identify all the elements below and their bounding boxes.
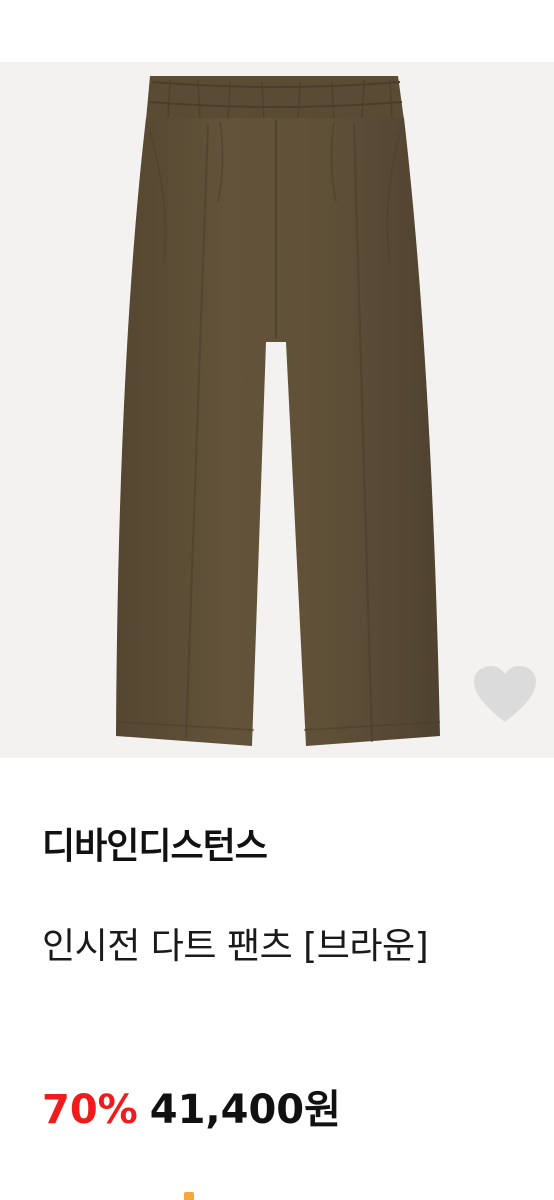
product-title[interactable]: 인시전 다트 팬츠 [브라운] [42,911,522,983]
discount-rate: 70% [42,1087,138,1133]
top-spacer [0,0,554,62]
waistband [146,76,404,120]
heart-icon [474,666,536,722]
price-row: 70% 41,400원 [42,1082,522,1138]
sale-price: 41,400원 [149,1087,341,1133]
wishlist-button[interactable] [470,664,540,726]
product-image[interactable] [0,62,554,758]
pants-illustration [116,76,441,746]
next-item-peek [184,1192,194,1200]
brand-name[interactable]: 디바인디스턴스 [42,820,522,874]
